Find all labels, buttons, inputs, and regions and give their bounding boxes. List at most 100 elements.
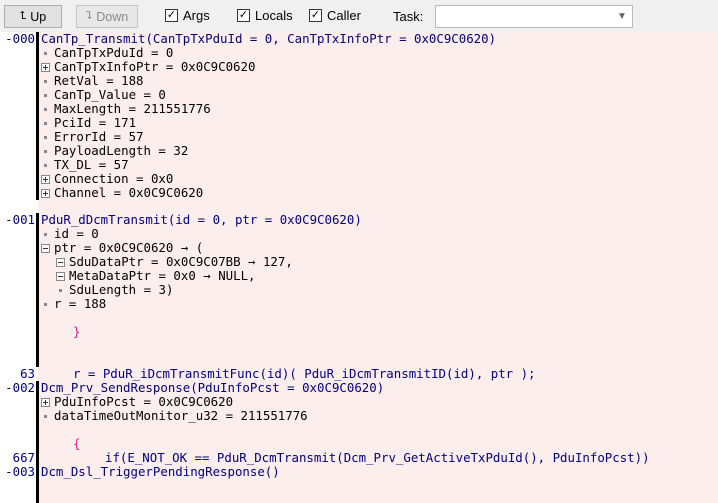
leaf-dot-icon: [41, 230, 50, 239]
function-args: (PduInfoPcst = 0x0C9C0620): [190, 380, 385, 395]
variable-row[interactable]: TX_DL = 57: [41, 158, 129, 172]
variable-row[interactable]: SduLength = 3): [56, 283, 173, 297]
locals-checkbox[interactable]: ✓ Locals: [237, 8, 293, 23]
expand-plus-icon[interactable]: [41, 63, 50, 72]
line-number: 63: [20, 366, 35, 381]
args-checkbox[interactable]: ✓ Args: [165, 8, 210, 23]
variable-text: SduLength = 3): [69, 282, 174, 297]
expand-plus-icon[interactable]: [41, 398, 50, 407]
variable-text: CanTpTxPduId = 0: [54, 45, 174, 60]
line-number: 667: [12, 450, 35, 465]
call-stack-view[interactable]: -000 -001 63 -002 667 -003 CanTp_Transmi…: [0, 32, 718, 503]
variable-row[interactable]: Connection = 0x0: [41, 172, 173, 186]
function-args: (CanTpTxPduId = 0, CanTpTxInfoPtr = 0x0C…: [145, 31, 497, 46]
frame-number-3: -003: [5, 464, 35, 479]
variable-row[interactable]: ErrorId = 57: [41, 130, 144, 144]
down-arrow-icon: ⮧: [85, 10, 93, 22]
variable-row[interactable]: PduInfoPcst = 0x0C9C0620: [41, 395, 233, 409]
variable-text: TX_DL = 57: [54, 157, 129, 172]
variable-text: Connection = 0x0: [54, 171, 174, 186]
frame-header[interactable]: Dcm_Prv_SendResponse(PduInfoPcst = 0x0C9…: [41, 381, 384, 395]
collapse-minus-icon[interactable]: [56, 272, 65, 281]
function-name[interactable]: Dcm_Prv_SendResponse: [41, 380, 190, 395]
function-name[interactable]: CanTp_Transmit: [41, 31, 145, 46]
checkmark-icon: ✓: [309, 9, 322, 22]
caller-checkbox[interactable]: ✓ Caller: [309, 8, 361, 23]
frame-separator: [36, 32, 39, 200]
leaf-dot-icon: [41, 105, 50, 114]
variable-text: RetVal = 188: [54, 73, 144, 88]
variable-row[interactable]: r = 188: [41, 297, 106, 311]
variable-text: MetaDataPtr = 0x0 → NULL,: [69, 268, 256, 283]
variable-row[interactable]: Channel = 0x0C9C0620: [41, 186, 203, 200]
leaf-dot-icon: [41, 300, 50, 309]
locals-label: Locals: [255, 8, 293, 23]
expand-plus-icon[interactable]: [41, 189, 50, 198]
function-args: (id = 0, ptr = 0x0C9C0620): [167, 212, 362, 227]
variable-text: PduInfoPcst = 0x0C9C0620: [54, 394, 234, 409]
frame-separator: [36, 381, 39, 465]
variable-text: ErrorId = 57: [54, 129, 144, 144]
down-button[interactable]: ⮧ Down: [76, 5, 138, 28]
function-name[interactable]: Dcm_Dsl_TriggerPendingResponse: [41, 464, 265, 479]
collapse-minus-icon[interactable]: [41, 244, 50, 253]
variable-text: dataTimeOutMonitor_u32 = 211551776: [54, 408, 308, 423]
leaf-dot-icon: [41, 119, 50, 128]
frame-separator: [36, 213, 39, 367]
leaf-dot-icon: [56, 286, 65, 295]
up-button-label: Up: [30, 9, 47, 24]
variable-row[interactable]: id = 0: [41, 227, 99, 241]
variable-row[interactable]: SduDataPtr = 0x0C9C07BB → 127,: [56, 255, 293, 269]
variable-text: SduDataPtr = 0x0C9C07BB → 127,: [69, 254, 293, 269]
function-name[interactable]: PduR_dDcmTransmit: [41, 212, 168, 227]
variable-text: Channel = 0x0C9C0620: [54, 185, 204, 200]
source-line[interactable]: r = PduR_iDcmTransmitFunc(id)( PduR_iDcm…: [73, 367, 536, 381]
variable-row[interactable]: CanTpTxInfoPtr = 0x0C9C0620: [41, 60, 255, 74]
variable-text: PciId = 171: [54, 115, 137, 130]
args-label: Args: [183, 8, 210, 23]
variable-text: id = 0: [54, 226, 99, 241]
variable-row[interactable]: RetVal = 188: [41, 74, 144, 88]
source-brace: }: [73, 324, 81, 339]
leaf-dot-icon: [41, 161, 50, 170]
frame-number-1: -001: [5, 212, 35, 227]
variable-row[interactable]: CanTpTxPduId = 0: [41, 46, 173, 60]
checkmark-icon: ✓: [165, 9, 178, 22]
frame-header[interactable]: PduR_dDcmTransmit(id = 0, ptr = 0x0C9C06…: [41, 213, 362, 227]
variable-row[interactable]: PciId = 171: [41, 116, 136, 130]
variable-text: CanTp_Value = 0: [54, 87, 166, 102]
checkmark-icon: ✓: [237, 9, 250, 22]
variable-row[interactable]: dataTimeOutMonitor_u32 = 211551776: [41, 409, 308, 423]
variable-text: PayloadLength = 32: [54, 143, 189, 158]
variable-row[interactable]: PayloadLength = 32: [41, 144, 188, 158]
up-arrow-icon: ⮤: [19, 10, 27, 22]
variable-text: MaxLength = 211551776: [54, 101, 211, 116]
chevron-down-icon[interactable]: ▼: [612, 6, 632, 27]
frame-header[interactable]: Dcm_Dsl_TriggerPendingResponse(): [41, 465, 280, 479]
leaf-dot-icon: [41, 77, 50, 86]
source-line[interactable]: if(E_NOT_OK == PduR_DcmTransmit(Dcm_Prv_…: [105, 451, 650, 465]
line-number-gutter: -000 -001 63 -002 667 -003: [0, 32, 38, 503]
frame-number-2: -002: [5, 380, 35, 395]
task-label: Task:: [393, 9, 424, 24]
variable-row[interactable]: ptr = 0x0C9C0620 → (: [41, 241, 203, 255]
variable-row[interactable]: CanTp_Value = 0: [41, 88, 166, 102]
function-args: (): [264, 464, 280, 479]
expand-plus-icon[interactable]: [41, 175, 50, 184]
leaf-dot-icon: [41, 49, 50, 58]
toolbar: ⮤ Up ⮧ Down ✓ Args ✓ Locals ✓ Caller Tas…: [0, 0, 718, 32]
caller-label: Caller: [327, 8, 361, 23]
frame-number-0: -000: [5, 31, 35, 46]
variable-row[interactable]: MaxLength = 211551776: [41, 102, 211, 116]
source-brace: {: [73, 436, 81, 451]
up-button[interactable]: ⮤ Up: [4, 5, 62, 28]
leaf-dot-icon: [41, 91, 50, 100]
variable-row[interactable]: MetaDataPtr = 0x0 → NULL,: [56, 269, 256, 283]
frame-header[interactable]: CanTp_Transmit(CanTpTxPduId = 0, CanTpTx…: [41, 32, 496, 46]
variable-text: ptr = 0x0C9C0620 → (: [54, 240, 204, 255]
task-select[interactable]: ▼: [435, 5, 633, 28]
frame-separator: [36, 465, 39, 503]
leaf-dot-icon: [41, 133, 50, 142]
collapse-minus-icon[interactable]: [56, 258, 65, 267]
variable-text: r = 188: [54, 296, 107, 311]
